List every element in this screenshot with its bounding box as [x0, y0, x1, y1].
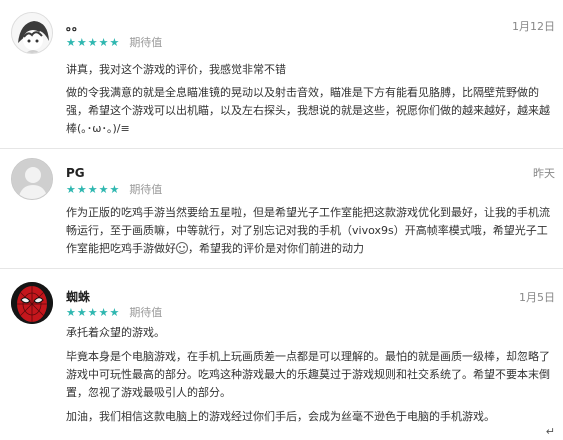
- anime-avatar-icon: [12, 13, 52, 53]
- avatar[interactable]: [11, 158, 53, 200]
- divider: [0, 148, 563, 149]
- review-date: 1月5日: [519, 291, 555, 304]
- review-text: 毕竟本身是个电脑游戏，在手机上玩画质差一点都是可以理解的。最怕的就是画质一级棒，…: [66, 350, 550, 399]
- avatar[interactable]: [11, 282, 53, 324]
- review-text: 讲真，我对这个游戏的评价，我感觉非常不错: [66, 63, 286, 76]
- avatar[interactable]: [11, 12, 53, 54]
- username[interactable]: 。。: [66, 19, 84, 33]
- star-icon: ★★★★★: [66, 306, 121, 319]
- review-item: 。。 ★★★★★ 期待值 1月12日 讲真，我对这个游戏的评价，我感觉非常不错 …: [0, 0, 563, 150]
- spiderman-avatar-icon: [11, 282, 53, 324]
- review-text-part: ，希望我的评价是对你们前进的动力: [188, 242, 364, 255]
- review-date: 1月12日: [512, 20, 555, 33]
- review-item: 蜘蛛 ★★★★★ 期待值 1月5日 承托着众望的游戏。 毕竟本身是个电脑游戏，在…: [0, 270, 563, 440]
- rating-label: 期待值: [129, 306, 163, 319]
- star-rating: ★★★★★ 期待值: [66, 183, 162, 197]
- review-item: PG ★★★★★ 期待值 昨天 作为正版的吃鸡手游当然要给五星啦，但是希望光子工…: [0, 150, 563, 268]
- star-rating: ★★★★★ 期待值: [66, 306, 162, 320]
- smiley-emoji-icon: [176, 242, 188, 254]
- user-avatar-icon: [12, 159, 52, 199]
- star-rating: ★★★★★ 期待值: [66, 36, 162, 50]
- username[interactable]: PG: [66, 166, 85, 180]
- username[interactable]: 蜘蛛: [66, 290, 90, 304]
- return-mark: ↵: [545, 425, 555, 438]
- rating-label: 期待值: [129, 183, 163, 196]
- star-icon: ★★★★★: [66, 183, 121, 196]
- review-text: 承托着众望的游戏。: [66, 326, 165, 339]
- review-date: 昨天: [533, 167, 555, 180]
- review-text: 加油，我们相信这款电脑上的游戏经过你们手后，会成为丝毫不逊色于电脑的手机游戏。: [66, 410, 495, 423]
- star-icon: ★★★★★: [66, 36, 121, 49]
- divider: [0, 268, 563, 269]
- review-text: 作为正版的吃鸡手游当然要给五星啦，但是希望光子工作室能把这款游戏优化到最好，让我…: [66, 204, 554, 258]
- rating-label: 期待值: [129, 36, 163, 49]
- review-text: 做的令我满意的就是全息瞄准镜的晃动以及射击音效，瞄准是下方有能看见胳膊，比隔壁荒…: [66, 86, 550, 135]
